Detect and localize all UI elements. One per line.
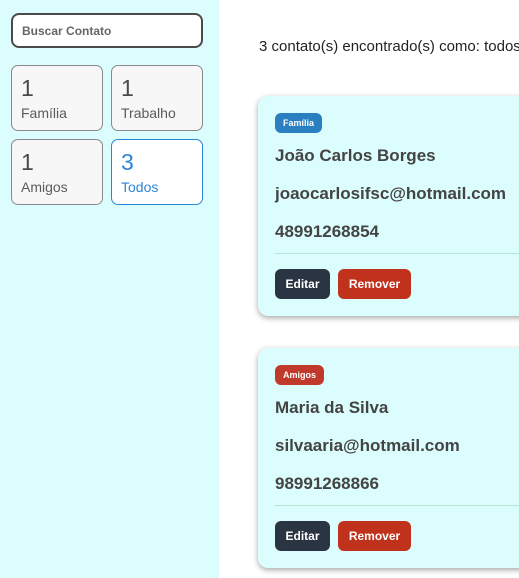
filter-count: 3 (121, 149, 134, 175)
contact-phone: 98991268866 (275, 474, 380, 493)
filter-count: 1 (21, 149, 34, 175)
edit-button[interactable]: Editar (275, 521, 330, 551)
contact-email: silvaaria@hotmail.com (275, 436, 460, 455)
filter-familia[interactable]: 1 Família (11, 65, 103, 131)
remove-button[interactable]: Remover (338, 269, 411, 299)
filter-trabalho[interactable]: 1 Trabalho (111, 65, 203, 131)
contact-list: 3 contato(s) encontrado(s) como: todos F… (219, 0, 519, 578)
contact-name: Maria da Silva (275, 398, 389, 417)
contact-phone: 48991268854 (275, 222, 380, 241)
contact-card: Família João Carlos Borges joaocarlosifs… (258, 96, 519, 316)
remove-button[interactable]: Remover (338, 521, 411, 551)
search-input[interactable] (11, 13, 203, 48)
divider (275, 505, 519, 506)
filter-label: Família (21, 105, 67, 121)
filter-label: Trabalho (121, 105, 176, 121)
category-badge: Amigos (275, 365, 325, 385)
filter-count: 1 (21, 75, 34, 101)
filter-todos[interactable]: 3 Todos (111, 139, 203, 205)
contact-card: Amigos Maria da Silva silvaaria@hotmail.… (258, 348, 519, 568)
filter-label: Amigos (21, 179, 68, 195)
filter-label: Todos (121, 179, 159, 195)
results-summary: 3 contato(s) encontrado(s) como: todos (259, 38, 519, 55)
sidebar: 1 Família 1 Trabalho 1 Amigos 3 Todos (0, 0, 219, 578)
contact-email: joaocarlosifsc@hotmail.com (275, 184, 507, 203)
contact-name: João Carlos Borges (275, 146, 436, 165)
filter-count: 1 (121, 75, 134, 101)
edit-button[interactable]: Editar (275, 269, 330, 299)
category-badge: Família (275, 113, 323, 133)
divider (275, 253, 519, 254)
filter-amigos[interactable]: 1 Amigos (11, 139, 103, 205)
